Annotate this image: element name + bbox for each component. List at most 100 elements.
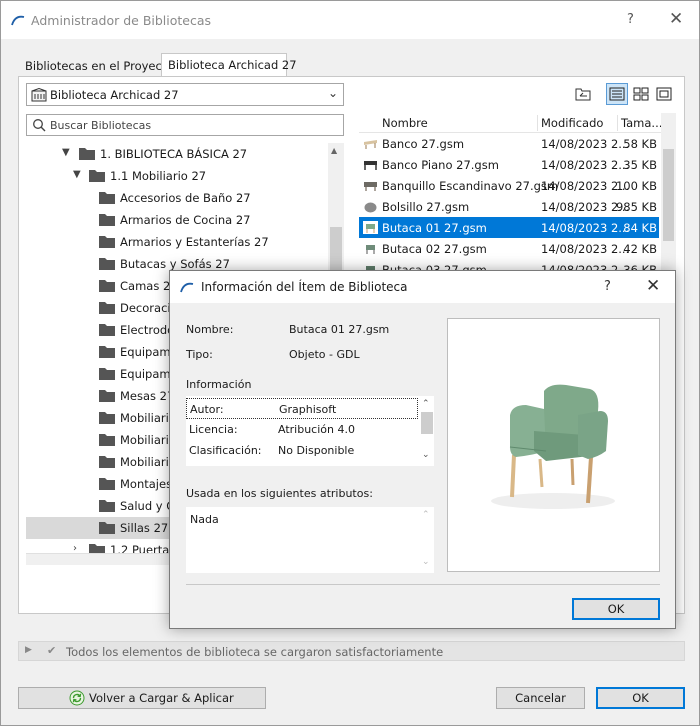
column-header-modified[interactable]: Modificado <box>541 116 603 130</box>
info-row[interactable]: Licencia: Atribución 4.0 <box>186 419 418 440</box>
up-folder-button[interactable] <box>572 83 594 105</box>
file-row[interactable]: Banco 27.gsm 14/08/2023 2... 58 KB <box>359 133 659 154</box>
ok-button[interactable]: OK <box>596 687 685 709</box>
search-field[interactable]: Buscar Bibliotecas <box>26 114 344 136</box>
folder-icon <box>99 280 115 292</box>
folder-icon <box>99 192 115 204</box>
chevron-down-icon: ⌄ <box>327 86 338 100</box>
used-value: Nada <box>190 513 219 526</box>
file-name: Butaca 01 27.gsm <box>382 221 487 235</box>
folder-icon <box>99 434 115 446</box>
dialog-ok-button[interactable]: OK <box>572 598 660 620</box>
scroll-down-arrow-icon[interactable]: ⌄ <box>422 450 430 460</box>
type-value: Objeto - GDL <box>289 348 360 361</box>
scrollbar-thumb[interactable] <box>663 149 674 241</box>
search-placeholder: Buscar Bibliotecas <box>50 119 152 132</box>
scroll-up-arrow-icon: ⌃ <box>422 510 430 520</box>
dialog-title: Información del Ítem de Biblioteca <box>201 280 408 294</box>
tree-item-label: Sillas 27 <box>120 521 169 535</box>
tree-item[interactable]: Armarios de Cocina 27 <box>26 209 328 231</box>
info-row[interactable]: Clasificación: No Disponible <box>186 440 418 461</box>
file-size: 42 KB <box>623 242 657 256</box>
file-size: 84 KB <box>623 221 657 235</box>
column-separator[interactable] <box>617 115 618 131</box>
file-modified: 14/08/2023 2... <box>541 137 630 151</box>
reload-apply-button[interactable]: Volver a Cargar & Aplicar <box>18 687 266 709</box>
file-name: Banquillo Escandinavo 27.gsm <box>382 179 559 193</box>
library-manager-window: Administrador de Bibliotecas ? ✕ Bibliot… <box>0 0 700 726</box>
file-list-header: Nombre Modificado Tama... <box>359 113 661 133</box>
scroll-up-arrow-icon[interactable]: ⌃ <box>422 399 430 409</box>
grid-view-icon <box>633 87 649 101</box>
folder-icon <box>99 478 115 490</box>
folder-icon <box>89 544 105 553</box>
file-name: Banco Piano 27.gsm <box>382 158 499 172</box>
file-size: 58 KB <box>623 137 657 151</box>
list-view-icon <box>609 87 625 101</box>
file-row-selected[interactable]: Butaca 01 27.gsm 14/08/2023 2... 84 KB <box>359 217 659 238</box>
column-header-name[interactable]: Nombre <box>382 116 428 130</box>
list-view-button[interactable] <box>606 83 628 105</box>
preview-view-icon <box>656 87 672 101</box>
file-row[interactable]: Bolsillo 27.gsm 14/08/2023 2... 985 KB <box>359 196 659 217</box>
scroll-up-arrow-icon[interactable]: ▲ <box>331 146 337 155</box>
dialog-help-button[interactable]: ? <box>604 279 611 294</box>
file-row[interactable]: Butaca 02 27.gsm 14/08/2023 2... 42 KB <box>359 238 659 259</box>
cancel-button[interactable]: Cancelar <box>496 687 585 709</box>
tree-item[interactable]: ▼ 1.1 Mobiliario 27 <box>26 165 328 187</box>
info-list: Autor: Graphisoft Licencia: Atribución 4… <box>186 396 434 466</box>
large-preview-button[interactable] <box>653 83 675 105</box>
info-row[interactable]: Autor: Graphisoft <box>186 398 418 419</box>
folder-icon <box>99 346 115 358</box>
file-list-scrollbar[interactable] <box>661 113 676 283</box>
folder-icon <box>99 302 115 314</box>
column-separator[interactable] <box>537 115 538 131</box>
file-name: Bolsillo 27.gsm <box>382 200 470 214</box>
tree-item-label: Salud y O <box>120 499 176 513</box>
folder-icon <box>99 412 115 424</box>
tab-archicad-library[interactable]: Biblioteca Archicad 27 <box>161 53 297 77</box>
item-preview <box>447 318 660 572</box>
help-button[interactable]: ? <box>627 12 634 27</box>
tree-item[interactable]: ▼ 1. BIBLIOTECA BÁSICA 27 <box>26 143 328 165</box>
tree-item-label: Montajes <box>120 477 173 491</box>
used-heading: Usada en los siguientes atributos: <box>186 487 373 500</box>
folder-icon <box>99 258 115 270</box>
tree-item[interactable]: Accesorios de Baño 27 <box>26 187 328 209</box>
info-value: Atribución 4.0 <box>278 423 355 436</box>
info-heading: Información <box>186 378 252 391</box>
scrollbar-thumb[interactable] <box>421 412 433 434</box>
tree-item-label: Butacas y Sofás 27 <box>120 257 230 271</box>
dialog-title-bar: Información del Ítem de Biblioteca ? ✕ <box>170 271 675 303</box>
status-bar: ▶ ✔ Todos los elementos de biblioteca se… <box>18 641 685 661</box>
archicad-logo-icon <box>180 282 194 293</box>
file-size: 100 KB <box>615 179 657 193</box>
expand-chevron-icon[interactable]: ▶ <box>25 645 32 655</box>
column-header-size[interactable]: Tama... <box>621 116 661 130</box>
window-title: Administrador de Bibliotecas <box>31 13 212 28</box>
close-button[interactable]: ✕ <box>669 9 683 29</box>
info-value: Graphisoft <box>279 403 337 416</box>
tree-item[interactable]: Armarios y Estanterías 27 <box>26 231 328 253</box>
tab-project-libraries[interactable]: Bibliotecas en el Proyecto <box>19 55 173 77</box>
info-scrollbar[interactable]: ⌃ ⌄ <box>420 396 434 466</box>
file-row[interactable]: Banco Piano 27.gsm 14/08/2023 2... 35 KB <box>359 154 659 175</box>
library-building-icon <box>31 88 47 102</box>
library-dropdown[interactable]: Biblioteca Archicad 27 ⌄ <box>26 83 344 106</box>
tree-item-label: Mobiliario <box>120 411 176 425</box>
folder-icon <box>99 324 115 336</box>
file-row[interactable]: Banquillo Escandinavo 27.gsm 14/08/2023 … <box>359 175 659 196</box>
file-modified: 14/08/2023 2... <box>541 158 630 172</box>
used-scrollbar: ⌃ ⌄ <box>420 507 434 573</box>
dialog-separator <box>186 584 660 585</box>
tree-item-label: Armarios y Estanterías 27 <box>120 235 269 249</box>
folder-icon <box>99 368 115 380</box>
collapsed-chevron-icon: › <box>73 543 77 553</box>
tree-item-label: Mesas 27 <box>120 389 175 403</box>
dialog-close-button[interactable]: ✕ <box>646 276 660 296</box>
beanbag-thumbnail-icon <box>364 202 377 213</box>
name-value: Butaca 01 27.gsm <box>289 323 390 336</box>
folder-icon <box>99 236 115 248</box>
grid-view-button[interactable] <box>630 83 652 105</box>
folder-icon <box>99 456 115 468</box>
